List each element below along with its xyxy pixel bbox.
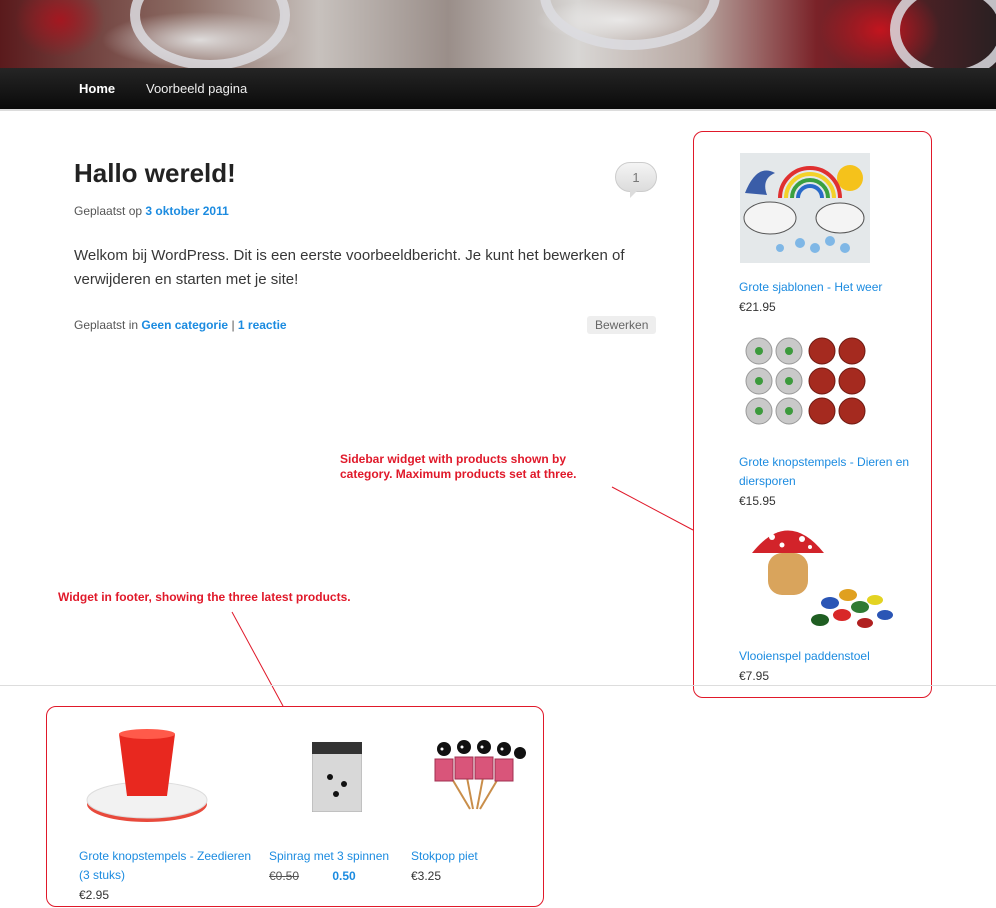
old-price: €0.50 bbox=[269, 869, 300, 883]
footer-product-price: €0.50 0.50 bbox=[269, 869, 356, 883]
weather-stencil-image bbox=[740, 153, 870, 263]
sidebar-annotation-line bbox=[611, 486, 694, 531]
sidebar-product-price: €21.95 bbox=[739, 300, 776, 314]
sidebar-product-link[interactable]: Grote sjablonen - Het weer bbox=[739, 278, 882, 297]
footer-product-link[interactable]: Grote knopstempels - Zeedieren (3 stuks) bbox=[79, 847, 264, 885]
footer-product-link[interactable]: Stokpop piet bbox=[411, 847, 478, 866]
sidebar-product-link[interactable]: Vlooienspel paddenstoel bbox=[739, 647, 870, 666]
product-thumbnail[interactable] bbox=[85, 722, 210, 827]
product-thumbnail[interactable] bbox=[750, 515, 900, 635]
product-thumbnail[interactable] bbox=[425, 737, 530, 812]
sidebar-product-price: €15.95 bbox=[739, 494, 776, 508]
footer-product-price: €3.25 bbox=[411, 869, 442, 883]
product-thumbnail[interactable] bbox=[312, 742, 362, 812]
product-thumbnail[interactable] bbox=[740, 153, 870, 263]
sea-animal-stamp-image bbox=[86, 729, 208, 822]
product-thumbnail[interactable] bbox=[744, 336, 870, 426]
stamps-image bbox=[745, 337, 866, 425]
sidebar-product-link[interactable]: Grote knopstempels - Dieren en dierspore… bbox=[739, 453, 924, 491]
footer-product-link[interactable]: Spinrag met 3 spinnen bbox=[269, 847, 389, 866]
sale-price: 0.50 bbox=[332, 869, 356, 883]
mushroom-game-image bbox=[752, 524, 893, 628]
stick-puppet-image bbox=[434, 740, 526, 810]
spider-web-image bbox=[312, 742, 362, 812]
sidebar-product-price: €7.95 bbox=[739, 669, 770, 683]
footer-product-price: €2.95 bbox=[79, 888, 110, 902]
footer-annotation: Widget in footer, showing the three late… bbox=[58, 590, 351, 604]
footer-annotation-line bbox=[231, 611, 284, 707]
footer-divider bbox=[0, 685, 996, 686]
